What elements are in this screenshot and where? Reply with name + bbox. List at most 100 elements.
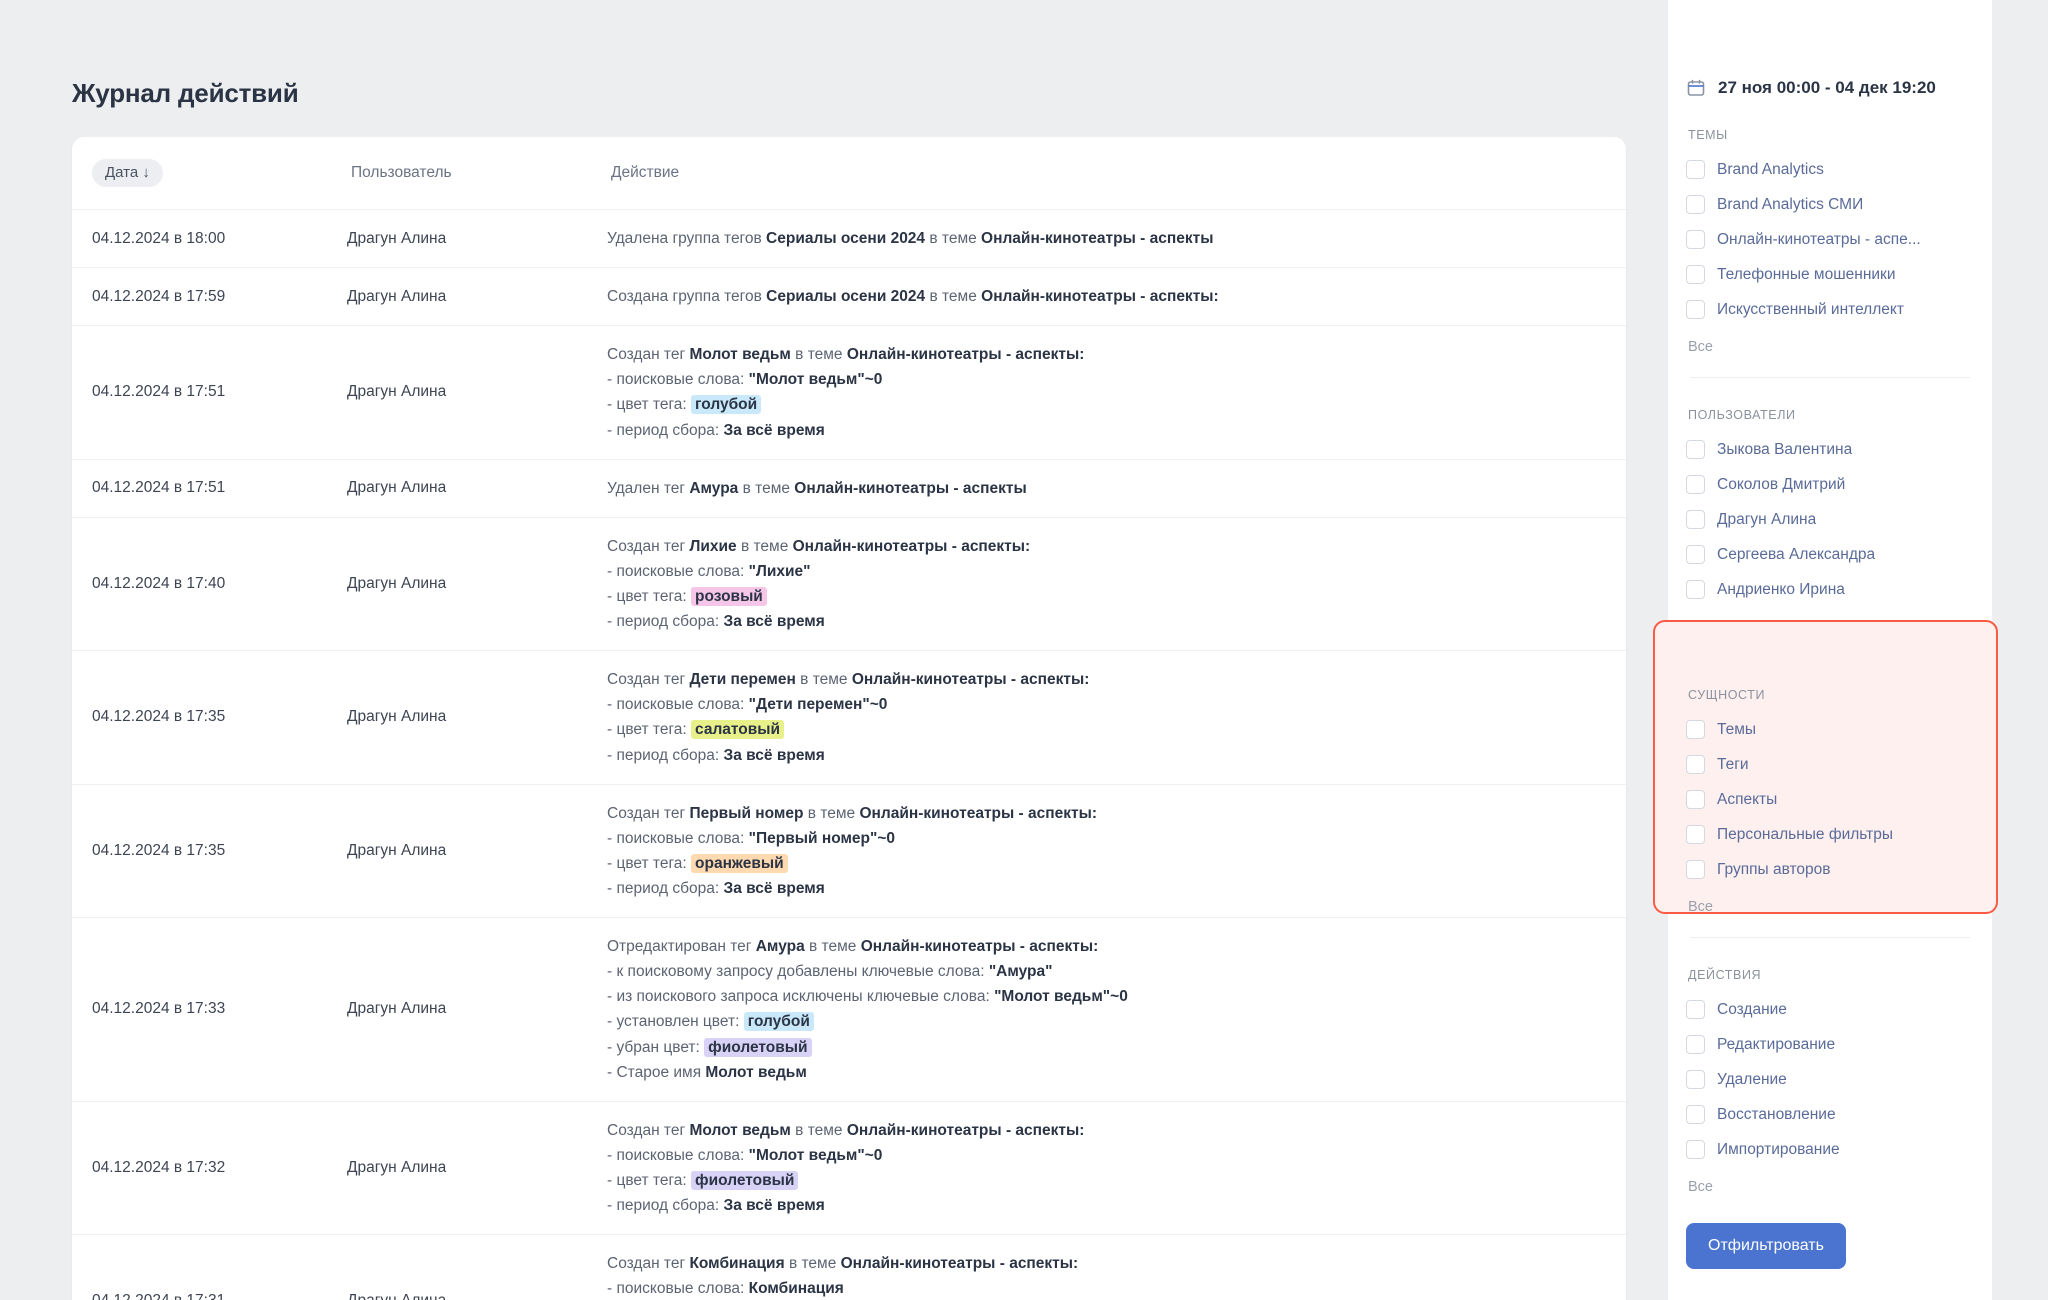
checkbox-icon[interactable] [1686, 860, 1705, 879]
emphasis-text: За всё время [723, 879, 825, 897]
actions-log-header: Дата ↓ Пользователь Действие [72, 137, 1626, 210]
filter-option-1[interactable]: Зыкова Валентина [1686, 432, 1974, 467]
cell-date: 04.12.2024 в 17:32 [72, 1101, 347, 1236]
filter-option-label: Искусственный интеллект [1717, 300, 1904, 318]
checkbox-icon[interactable] [1686, 580, 1705, 599]
filter-option-3[interactable]: Онлайн-кинотеатры - аспе... [1686, 222, 1974, 257]
emphasis-text: Комбинация [748, 1280, 844, 1298]
plain-text: Создан тег [607, 537, 690, 555]
filter-option-label: Драгун Алина [1717, 510, 1817, 528]
filter-option-3[interactable]: Драгун Алина [1686, 502, 1974, 537]
filter-option-4[interactable]: Восстановление [1686, 1097, 1974, 1132]
filter-option-3[interactable]: Удаление [1686, 1062, 1974, 1097]
date-range-picker[interactable]: 27 ноя 00:00 - 04 дек 19:20 [1668, 0, 1992, 98]
cell-date: 04.12.2024 в 17:51 [72, 459, 347, 518]
filter-group-3: Сущности Темы Теги Аспекты Персональные филь… [1668, 688, 1992, 938]
filter-option-4[interactable]: Телефонные мошенники [1686, 257, 1974, 292]
action-line: - поисковые слова: Комбинация [607, 1276, 1602, 1300]
filter-option-5[interactable]: Группы авторов [1686, 852, 1974, 887]
emphasis-text: За всё время [723, 746, 825, 764]
column-header-user-label: Пользователь [351, 164, 452, 181]
checkbox-icon[interactable] [1686, 440, 1705, 459]
checkbox-icon[interactable] [1686, 545, 1705, 564]
cell-date: 04.12.2024 в 17:35 [72, 650, 347, 785]
color-highlight: розовый [691, 586, 767, 606]
column-header-date[interactable]: Дата ↓ [72, 137, 347, 210]
plain-text: Удалена группа тегов [607, 230, 767, 247]
page-root: Журнал действий Дата ↓ Пользователь Дейс… [0, 0, 2048, 1300]
plain-text: - поисковые слова: [607, 1146, 749, 1164]
filter-option-5[interactable]: Искусственный интеллект [1686, 292, 1974, 327]
emphasis-text: Амура [689, 479, 739, 497]
filter-option-1[interactable]: Создание [1686, 992, 1974, 1027]
checkbox-icon[interactable] [1686, 1140, 1705, 1159]
filter-option-1[interactable]: Brand Analytics [1686, 152, 1974, 187]
checkbox-icon[interactable] [1686, 1000, 1705, 1019]
cell-action: Создан тег Молот ведьм в теме Онлайн-кин… [607, 1101, 1626, 1236]
checkbox-icon[interactable] [1686, 1105, 1705, 1124]
select-all-link[interactable]: Все [1688, 1179, 1974, 1195]
filter-option-2[interactable]: Теги [1686, 747, 1974, 782]
filter-option-2[interactable]: Соколов Дмитрий [1686, 467, 1974, 502]
filter-option-5[interactable]: Импортирование [1686, 1132, 1974, 1167]
filter-option-1[interactable]: Темы [1686, 712, 1974, 747]
emphasis-text: Первый номер [689, 804, 804, 822]
filter-option-5[interactable]: Андриенко Ирина [1686, 572, 1974, 607]
group-divider [1690, 937, 1970, 938]
action-line: Удален тег Амура в теме Онлайн-кинотеатр… [607, 476, 1602, 501]
actions-log-card: Дата ↓ Пользователь Действие 04.12.2024 … [72, 137, 1626, 1300]
group-divider [1690, 377, 1970, 378]
filter-option-2[interactable]: Редактирование [1686, 1027, 1974, 1062]
plain-text: в теме [736, 537, 793, 555]
apply-filter-button[interactable]: Отфильтровать [1686, 1223, 1846, 1269]
checkbox-icon[interactable] [1686, 1070, 1705, 1089]
checkbox-icon[interactable] [1686, 475, 1705, 494]
select-all-link[interactable]: Все [1688, 339, 1974, 355]
filter-option-2[interactable]: Brand Analytics СМИ [1686, 187, 1974, 222]
apply-filter-label: Отфильтровать [1708, 1237, 1824, 1254]
checkbox-icon[interactable] [1686, 230, 1705, 249]
cell-action: Отредактирован тег Амура в теме Онлайн-к… [607, 917, 1626, 1102]
checkbox-icon[interactable] [1686, 265, 1705, 284]
filter-option-3[interactable]: Аспекты [1686, 782, 1974, 817]
plain-text: Создана группа тегов [607, 288, 767, 306]
checkbox-icon[interactable] [1686, 160, 1705, 179]
column-header-action[interactable]: Действие [607, 137, 1626, 210]
checkbox-icon[interactable] [1686, 510, 1705, 529]
plain-text: в теме [738, 479, 795, 497]
cell-user: Драгун Алина [347, 917, 607, 1102]
filter-option-label: Персональные фильтры [1717, 825, 1894, 843]
action-line: Создан тег Дети перемен в теме Онлайн-ки… [607, 667, 1602, 692]
checkbox-icon[interactable] [1686, 790, 1705, 809]
cell-date: 04.12.2024 в 18:00 [72, 209, 347, 269]
emphasis-text: Онлайн-кинотеатры - аспекты: [859, 804, 1097, 822]
column-header-user[interactable]: Пользователь [347, 137, 607, 210]
select-all-link[interactable]: Все [1688, 899, 1974, 915]
filter-option-label: Создание [1717, 1000, 1787, 1018]
checkbox-icon[interactable] [1686, 1035, 1705, 1054]
filter-option-label: Редактирование [1717, 1035, 1836, 1053]
action-line: - период сбора: За всё время [607, 609, 1602, 634]
checkbox-icon[interactable] [1686, 300, 1705, 319]
plain-text: Создан тег [607, 346, 690, 364]
action-line: Создан тег Молот ведьм в теме Онлайн-кин… [607, 342, 1602, 367]
filter-option-4[interactable]: Персональные фильтры [1686, 817, 1974, 852]
plain-text: - Старое имя [607, 1063, 706, 1081]
action-line: Создан тег Комбинация в теме Онлайн-кино… [607, 1251, 1602, 1276]
filter-option-label: Онлайн-кинотеатры - аспе... [1717, 230, 1921, 248]
checkbox-icon[interactable] [1686, 720, 1705, 739]
emphasis-text: "Молот ведьм"~0 [994, 988, 1128, 1006]
filter-option-label: Группы авторов [1717, 860, 1831, 878]
emphasis-text: "Лихие" [748, 562, 811, 580]
filter-option-label: Brand Analytics СМИ [1717, 195, 1864, 213]
plain-text: Создан тег [607, 1121, 690, 1139]
filter-option-label: Телефонные мошенники [1717, 265, 1896, 283]
checkbox-icon[interactable] [1686, 755, 1705, 774]
color-highlight: фиолетовый [691, 1170, 799, 1190]
plain-text: - период сбора: [607, 613, 724, 631]
checkbox-icon[interactable] [1686, 825, 1705, 844]
emphasis-text: Молот ведьм [689, 346, 791, 364]
emphasis-text: "Молот ведьм"~0 [748, 1146, 883, 1164]
checkbox-icon[interactable] [1686, 195, 1705, 214]
filter-option-4[interactable]: Сергеева Александра [1686, 537, 1974, 572]
